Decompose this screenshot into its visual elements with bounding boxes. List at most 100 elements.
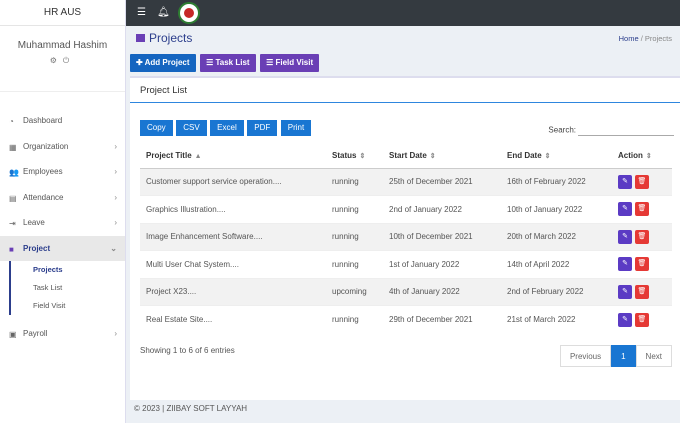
table-row: Graphics Illustration.... running 2nd of… bbox=[140, 195, 672, 223]
entries-info: Showing 1 to 6 of 6 entries bbox=[140, 346, 235, 355]
previous-button[interactable]: Previous bbox=[559, 345, 612, 367]
menu-icon[interactable]: ☰ bbox=[137, 7, 146, 18]
trash-icon[interactable]: 🗑︎ bbox=[635, 174, 649, 189]
trash-icon[interactable]: 🗑︎ bbox=[635, 229, 649, 244]
sort-icon: ⇕ bbox=[645, 153, 652, 161]
sidebar-item-project[interactable]: ■ Project ⌄ bbox=[0, 235, 125, 261]
cell-start: 10th of December 2021 bbox=[383, 222, 501, 251]
action-buttons: ✚ Add Project ☰ Task List ☰ Field Visit bbox=[130, 54, 321, 72]
cell-status: running bbox=[326, 305, 383, 333]
edit-icon[interactable]: ✎ bbox=[618, 202, 632, 217]
cell-status: running bbox=[326, 250, 383, 278]
cell-start: 2nd of January 2022 bbox=[383, 195, 501, 223]
page-1-button[interactable]: 1 bbox=[611, 345, 636, 367]
edit-icon[interactable]: ✎ bbox=[618, 312, 632, 327]
chevron-right-icon: › bbox=[114, 167, 117, 176]
trash-icon[interactable]: 🗑︎ bbox=[635, 312, 649, 327]
next-button[interactable]: Next bbox=[635, 345, 672, 367]
export-buttons: Copy CSV Excel PDF Print bbox=[140, 120, 312, 136]
cell-start: 25th of December 2021 bbox=[383, 167, 501, 196]
breadcrumb-home[interactable]: Home bbox=[619, 34, 639, 43]
chevron-down-icon: ⌄ bbox=[110, 243, 117, 253]
cell-title: Multi User Chat System.... bbox=[140, 250, 326, 278]
cell-status: running bbox=[326, 167, 383, 196]
breadcrumb: Home / Projects bbox=[618, 34, 672, 43]
bell-icon[interactable]: 🔔︎ bbox=[157, 7, 170, 18]
power-icon[interactable]: ⏻ bbox=[63, 56, 75, 65]
cell-status: running bbox=[326, 222, 383, 251]
cell-end: 2nd of February 2022 bbox=[501, 277, 612, 306]
sidebar-item-dashboard[interactable]: ◔ Dashboard bbox=[0, 108, 125, 134]
cell-start: 4th of January 2022 bbox=[383, 277, 501, 306]
edit-icon[interactable]: ✎ bbox=[618, 284, 632, 299]
cell-title: Image Enhancement Software.... bbox=[140, 222, 326, 251]
main-content: Projects Home / Projects ✚ Add Project ☰… bbox=[126, 26, 680, 423]
edit-icon[interactable]: ✎ bbox=[618, 257, 632, 272]
footer: © 2023 | ZIIBAY SOFT LAYYAH bbox=[134, 404, 248, 413]
col-project-title[interactable]: Project Title ▲ bbox=[140, 144, 326, 169]
dashboard-icon: ◔ bbox=[9, 117, 14, 126]
pdf-button[interactable]: PDF bbox=[247, 120, 278, 136]
sort-icon: ⇕ bbox=[429, 153, 436, 161]
cell-end: 10th of January 2022 bbox=[501, 195, 612, 223]
cell-title: Project X23.... bbox=[140, 277, 326, 306]
cell-start: 29th of December 2021 bbox=[383, 305, 501, 333]
copy-button[interactable]: Copy bbox=[140, 120, 173, 136]
sort-asc-icon: ▲ bbox=[194, 153, 202, 161]
sidebar-subitem-task-list[interactable]: Task List bbox=[25, 279, 125, 297]
sidebar-item-attendance[interactable]: ▤ Attendance › bbox=[0, 185, 125, 211]
cell-start: 1st of January 2022 bbox=[383, 250, 501, 278]
add-project-button[interactable]: ✚ Add Project bbox=[130, 54, 196, 72]
sidebar-nav: ◔ Dashboard ▦ Organization › 👥 Employees › … bbox=[0, 108, 125, 347]
cell-end: 16th of February 2022 bbox=[501, 167, 612, 196]
csv-button[interactable]: CSV bbox=[176, 120, 207, 136]
pagination: Previous 1 Next bbox=[559, 345, 672, 367]
user-panel: Muhammad Hashim ⚙⏻ bbox=[0, 40, 125, 92]
table-row: Image Enhancement Software.... running 1… bbox=[140, 222, 672, 251]
top-bar: ☰ 🔔︎ bbox=[126, 0, 680, 26]
field-visit-button[interactable]: ☰ Field Visit bbox=[260, 54, 320, 72]
print-button[interactable]: Print bbox=[280, 120, 312, 136]
trash-icon[interactable]: 🗑︎ bbox=[635, 257, 649, 272]
briefcase-icon: ■ bbox=[9, 244, 14, 254]
col-action[interactable]: Action ⇕ bbox=[612, 144, 672, 169]
sidebar-subitem-field-visit[interactable]: Field Visit bbox=[25, 297, 125, 315]
chevron-right-icon: › bbox=[114, 141, 117, 151]
sidebar-subitem-projects[interactable]: Projects bbox=[25, 261, 125, 279]
cell-end: 14th of April 2022 bbox=[501, 250, 612, 278]
sidebar-item-payroll[interactable]: ▣ Payroll › bbox=[0, 321, 125, 347]
cell-title: Customer support service operation.... bbox=[140, 167, 326, 196]
sidebar-item-leave[interactable]: ⇥ Leave › bbox=[0, 210, 125, 236]
sidebar: HR AUS Muhammad Hashim ⚙⏻ ◔ Dashboard ▦ Or… bbox=[0, 0, 126, 423]
sort-icon: ⇕ bbox=[544, 153, 551, 161]
cell-end: 21st of March 2022 bbox=[501, 305, 612, 333]
excel-button[interactable]: Excel bbox=[210, 120, 244, 136]
cell-end: 20th of March 2022 bbox=[501, 222, 612, 251]
sidebar-item-organization[interactable]: ▦ Organization › bbox=[0, 134, 125, 160]
table-row: Multi User Chat System.... running 1st o… bbox=[140, 250, 672, 278]
table-row: Customer support service operation.... r… bbox=[140, 167, 672, 196]
building-icon: ▦ bbox=[9, 142, 17, 152]
calendar-icon: ▤ bbox=[9, 193, 17, 203]
table-row: Real Estate Site.... running 29th of Dec… bbox=[140, 305, 672, 333]
task-list-button[interactable]: ☰ Task List bbox=[200, 54, 256, 72]
search-input[interactable] bbox=[578, 125, 674, 136]
trash-icon[interactable]: 🗑︎ bbox=[635, 284, 649, 299]
col-start-date[interactable]: Start Date ⇕ bbox=[383, 144, 501, 169]
col-end-date[interactable]: End Date ⇕ bbox=[501, 144, 612, 169]
gear-icon[interactable]: ⚙ bbox=[50, 56, 63, 65]
edit-icon[interactable]: ✎ bbox=[618, 174, 632, 189]
trash-icon[interactable]: 🗑︎ bbox=[635, 202, 649, 217]
edit-icon[interactable]: ✎ bbox=[618, 229, 632, 244]
sort-icon: ⇕ bbox=[359, 153, 366, 161]
chevron-right-icon: › bbox=[114, 192, 117, 202]
users-icon: 👥 bbox=[9, 168, 19, 177]
cell-title: Real Estate Site.... bbox=[140, 305, 326, 333]
search-box: Search: bbox=[548, 125, 674, 136]
project-subnav: Projects Task List Field Visit bbox=[9, 261, 125, 315]
sidebar-item-employees[interactable]: 👥 Employees › bbox=[0, 159, 125, 185]
projects-icon bbox=[136, 34, 145, 42]
payroll-icon: ▣ bbox=[9, 330, 17, 339]
cell-status: upcoming bbox=[326, 277, 383, 306]
col-status[interactable]: Status ⇕ bbox=[326, 144, 383, 169]
